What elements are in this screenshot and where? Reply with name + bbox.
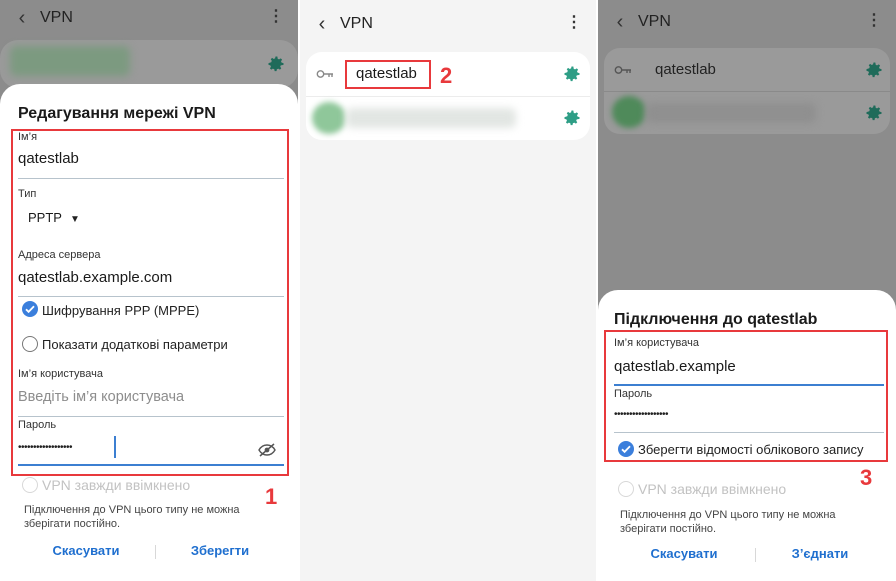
vpn-item-blurred[interactable] (604, 91, 890, 134)
annotation-box-3 (604, 330, 888, 462)
button-divider (155, 545, 156, 559)
blurred-avatar (612, 96, 646, 128)
kebab-icon[interactable]: ⋮ (268, 8, 284, 26)
vpn-item-label: qatestlab (655, 61, 716, 78)
always-on-label: VPN завжди ввімкнено (42, 477, 191, 493)
annotation-number-3: 3 (860, 465, 873, 490)
app-bar: ‹ VPN ⋮ (300, 6, 596, 42)
always-on-note: Підключення до VPN цього типу не можна з… (620, 509, 836, 535)
blurred-avatar (312, 102, 346, 134)
key-icon (614, 66, 631, 74)
vpn-list-card (0, 40, 298, 88)
blurred-text (646, 103, 816, 123)
panel-edit-vpn: ‹ VPN ⋮ Редагування мережі VPN Ім’я qate… (0, 0, 298, 581)
kebab-icon[interactable]: ⋮ (566, 14, 582, 32)
panel-vpn-list: ‹ VPN ⋮ qatestlab 2 (300, 0, 596, 581)
gear-icon[interactable] (266, 54, 286, 74)
dialog-title: Редагування мережі VPN (18, 105, 216, 122)
annotation-box-1 (11, 129, 289, 476)
back-icon[interactable]: ‹ (608, 10, 632, 34)
back-icon[interactable]: ‹ (310, 12, 334, 36)
connect-button[interactable]: З’єднати (770, 546, 870, 561)
button-divider (755, 548, 756, 562)
always-on-note: Підключення до VPN цього типу не можна з… (24, 504, 240, 530)
key-icon (316, 70, 333, 78)
vpn-item-blurred[interactable] (306, 96, 590, 140)
vpn-item-qatestlab[interactable]: qatestlab (604, 48, 890, 91)
cancel-button[interactable]: Скасувати (634, 546, 734, 561)
gear-icon[interactable] (864, 60, 884, 80)
kebab-icon[interactable]: ⋮ (866, 12, 882, 30)
always-on-radio (618, 481, 634, 497)
app-bar: ‹ VPN ⋮ (598, 4, 896, 40)
back-icon[interactable]: ‹ (10, 6, 34, 30)
cancel-button[interactable]: Скасувати (36, 543, 136, 558)
gear-icon[interactable] (864, 103, 884, 123)
always-on-radio (22, 477, 38, 493)
save-button[interactable]: Зберегти (170, 543, 270, 558)
gear-icon[interactable] (562, 108, 582, 128)
gear-icon[interactable] (562, 64, 582, 84)
blurred-vpn-item (10, 46, 130, 76)
app-bar-title: VPN (340, 15, 373, 32)
app-bar-title: VPN (638, 13, 671, 30)
dialog-title: Підключення до qatestlab (614, 311, 818, 328)
blurred-text (346, 108, 516, 128)
annotation-number-1: 1 (265, 484, 278, 509)
app-bar-title: VPN (40, 9, 73, 26)
vpn-list-card: qatestlab (604, 48, 890, 134)
panel-connect-vpn: ‹ VPN ⋮ qatestlab Підключення до qatestl… (598, 0, 896, 581)
app-bar: ‹ VPN ⋮ (0, 0, 298, 36)
annotation-box-2 (345, 60, 431, 89)
always-on-label: VPN завжди ввімкнено (638, 481, 787, 497)
annotation-number-2: 2 (440, 63, 453, 88)
